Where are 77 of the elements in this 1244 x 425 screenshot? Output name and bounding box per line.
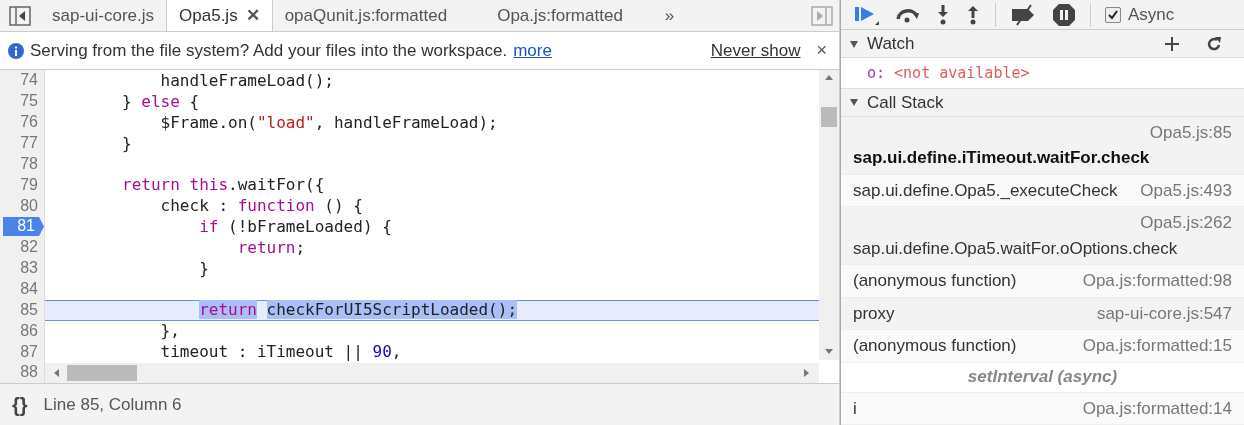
code-line: handleFrameLoad();: [159, 70, 334, 92]
function-name: sap.ui.define.Opa5._executeCheck: [853, 179, 1118, 202]
code-line: timeout : iTimeout || 90,: [159, 341, 402, 364]
function-name: (anonymous function): [853, 335, 1017, 357]
scroll-left-icon[interactable]: [53, 368, 61, 377]
code-line: return;: [236, 236, 306, 259]
line-number: 88: [19, 362, 39, 382]
source-location[interactable]: Opa5.js:493: [1140, 177, 1232, 203]
line-number: 82: [19, 237, 39, 257]
line-number: 76: [19, 112, 39, 132]
scroll-down-icon[interactable]: [825, 348, 833, 356]
watch-value: <not available>: [894, 62, 1030, 84]
function-name: i: [853, 397, 857, 420]
add-icon[interactable]: [1164, 35, 1180, 52]
code-line: $Frame.on("load", handleFrameLoad);: [159, 111, 498, 134]
file-tab[interactable]: Opa5.js ✕: [166, 0, 273, 31]
call-frame[interactable]: Opa5.js:85 sap.ui.define.iTimeout.waitFor.check: [841, 116, 1244, 175]
line-number: 74: [19, 70, 39, 90]
file-tab[interactable]: sap-ui-core.js: [40, 0, 167, 31]
info-icon: [8, 42, 24, 59]
line-number: 86: [19, 321, 39, 341]
refresh-icon[interactable]: [1206, 35, 1222, 52]
function-name: sap.ui.define.iTimeout.waitFor.check: [853, 147, 1150, 169]
expand-icon[interactable]: [849, 97, 859, 108]
section-header[interactable]: Call Stack: [867, 89, 944, 115]
code-line: } else {: [121, 90, 200, 113]
source-location[interactable]: Opa.js:formatted:14: [1082, 395, 1232, 421]
scrollbar-thumb[interactable]: [67, 364, 137, 381]
close-button[interactable]: ×: [816, 37, 827, 64]
line-number: 81: [3, 216, 44, 236]
line-number: 79: [19, 175, 39, 195]
more-tabs-button[interactable]: »: [664, 2, 675, 29]
call-frame[interactable]: proxy sap-ui-core.js:547: [841, 297, 1244, 330]
section-header[interactable]: Watch: [867, 30, 915, 57]
code-line: },: [159, 320, 180, 343]
async-checkbox[interactable]: [1105, 6, 1121, 23]
cursor-position: Line 85, Column 6: [43, 393, 182, 416]
code-line: if (!bFrameLoaded) {: [198, 215, 392, 238]
source-location[interactable]: Opa.js:formatted:98: [1082, 268, 1232, 294]
scrollbar-thumb[interactable]: [821, 107, 837, 127]
source-location[interactable]: sap-ui-core.js:547: [1096, 300, 1232, 326]
code-line: return checkForUI5ScriptLoaded();: [198, 299, 517, 322]
file-tab[interactable]: Opa.js:formatted: [485, 0, 635, 31]
code-line: return this.waitFor({: [121, 173, 325, 196]
info-message: Serving from the file system? Add your files into the workspace.: [30, 39, 508, 62]
line-number: 77: [19, 133, 39, 153]
sidebar-toggle-icon[interactable]: [811, 5, 833, 26]
sidebar-toggle-icon[interactable]: [9, 5, 31, 26]
async-separator: setInterval (async): [967, 366, 1118, 389]
line-number: 84: [19, 279, 39, 299]
line-number: 83: [19, 258, 39, 278]
function-name: (anonymous function): [853, 270, 1017, 292]
close-icon[interactable]: ✕: [245, 2, 260, 29]
line-number: 78: [19, 154, 39, 174]
code-line: check : function () {: [159, 194, 363, 217]
watch-name: o:: [867, 62, 886, 84]
line-number: 75: [19, 91, 39, 111]
line-number: 85: [19, 300, 39, 320]
source-location[interactable]: Opa5.js:262: [1140, 210, 1232, 236]
code-line: }: [121, 132, 132, 155]
expand-icon[interactable]: [849, 38, 859, 49]
scroll-right-icon[interactable]: [803, 368, 811, 377]
async-label: Async: [1128, 3, 1175, 26]
line-number: 87: [19, 342, 39, 362]
more-link[interactable]: more: [513, 37, 552, 64]
scroll-up-icon[interactable]: [825, 74, 833, 82]
file-tab[interactable]: opaQunit.js:formatted: [272, 0, 460, 31]
pretty-print-button[interactable]: {}: [12, 389, 28, 420]
source-location[interactable]: Opa.js:formatted:15: [1082, 333, 1232, 359]
function-name: sap.ui.define.Opa5.waitFor.oOptions.check: [853, 237, 1178, 260]
line-number: 80: [19, 196, 39, 216]
never-show-link[interactable]: Never show: [710, 37, 801, 64]
call-frame[interactable]: Opa5.js:262 sap.ui.define.Opa5.waitFor.oOptions.check: [841, 207, 1244, 265]
code-line: }: [198, 257, 209, 280]
source-location[interactable]: Opa5.js:85: [1149, 119, 1232, 145]
pause-icon[interactable]: [1052, 2, 1076, 27]
function-name: proxy: [853, 302, 895, 325]
